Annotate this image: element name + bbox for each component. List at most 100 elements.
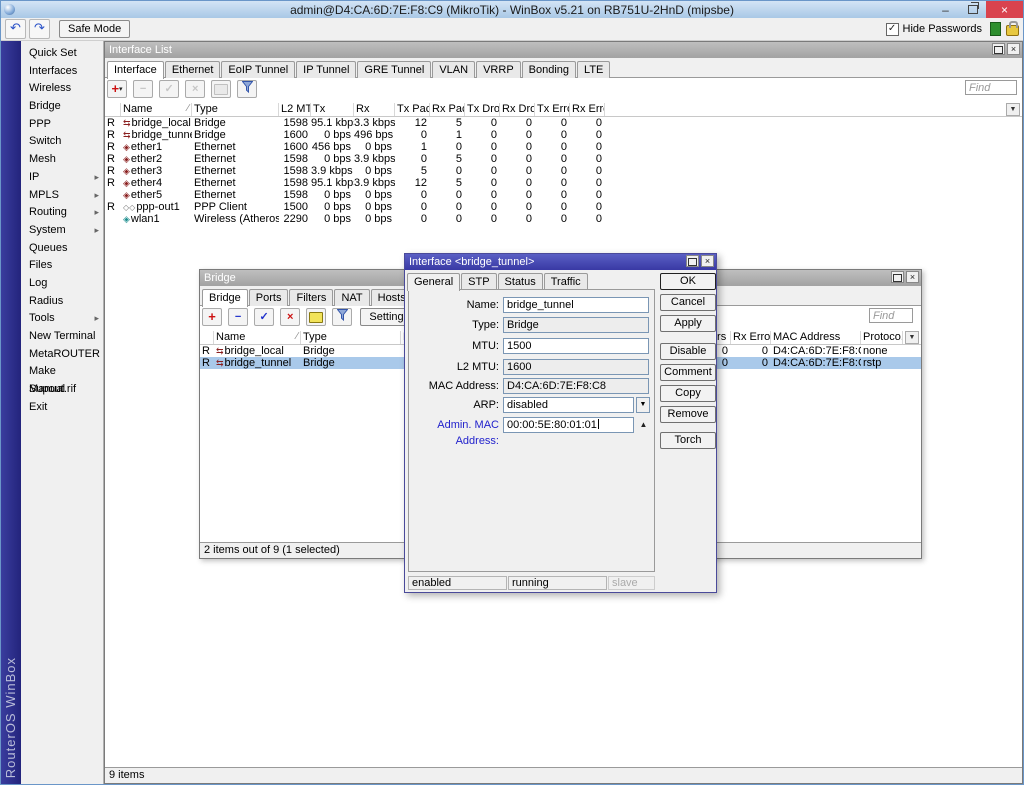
column-header-rx[interactable]: Rx bbox=[354, 103, 395, 116]
tab-interface[interactable]: Interface bbox=[107, 61, 164, 79]
tab-ip-tunnel[interactable]: IP Tunnel bbox=[296, 61, 356, 78]
copy-button[interactable]: Copy bbox=[660, 385, 716, 402]
table-row[interactable]: ◈wlan1Wireless (Atheros 11N)22900 bps0 b… bbox=[105, 213, 1022, 225]
column-header-rx-drops[interactable]: Rx Drops bbox=[500, 103, 535, 116]
column-header-tx-pac[interactable]: Tx Pac... bbox=[395, 103, 430, 116]
column-header-flag[interactable] bbox=[105, 103, 121, 116]
cancel-button[interactable]: Cancel bbox=[660, 294, 716, 311]
tab-bridge[interactable]: Bridge bbox=[202, 289, 248, 307]
column-select-button[interactable]: ▼ bbox=[1006, 103, 1020, 116]
maximize-button[interactable] bbox=[686, 255, 699, 267]
find-input[interactable] bbox=[869, 308, 913, 323]
column-header-tx-errors[interactable]: Tx Errors bbox=[535, 103, 570, 116]
sidebar-item-ip[interactable]: IP▸ bbox=[21, 169, 103, 187]
tab-lte[interactable]: LTE bbox=[577, 61, 610, 78]
add-button[interactable]: + bbox=[202, 308, 222, 326]
table-row[interactable]: R⇆bridge_localBridge159895.1 kbps3.3 kbp… bbox=[105, 117, 1022, 129]
column-header-rx-errors[interactable]: Rx Errors bbox=[731, 331, 771, 344]
sidebar-item-routing[interactable]: Routing▸ bbox=[21, 204, 103, 222]
table-row[interactable]: R◈ether4Ethernet159895.1 kbps3.9 kbps125… bbox=[105, 177, 1022, 189]
close-button[interactable]: × bbox=[906, 271, 919, 283]
comment-button[interactable] bbox=[211, 80, 231, 98]
find-input[interactable] bbox=[965, 80, 1017, 95]
sidebar-item-wireless[interactable]: Wireless bbox=[21, 80, 103, 98]
torch-button[interactable]: Torch bbox=[660, 432, 716, 449]
sidebar-item-system[interactable]: System▸ bbox=[21, 222, 103, 240]
name-input[interactable] bbox=[503, 297, 649, 313]
tab-traffic[interactable]: Traffic bbox=[544, 273, 588, 290]
sidebar-item-files[interactable]: Files bbox=[21, 257, 103, 275]
restore-button[interactable] bbox=[891, 271, 904, 283]
comment-button[interactable]: Comment bbox=[660, 364, 716, 381]
sidebar-item-bridge[interactable]: Bridge bbox=[21, 98, 103, 116]
sidebar-item-interfaces[interactable]: Interfaces bbox=[21, 63, 103, 81]
sidebar-item-log[interactable]: Log bbox=[21, 275, 103, 293]
tab-gre-tunnel[interactable]: GRE Tunnel bbox=[357, 61, 431, 78]
column-header-type[interactable]: Type bbox=[301, 331, 401, 344]
safe-mode-button[interactable]: Safe Mode bbox=[59, 20, 130, 38]
enable-button[interactable]: ✓ bbox=[254, 308, 274, 326]
sidebar-item-make-supout-rif[interactable]: Make Supout.rif bbox=[21, 363, 103, 381]
column-header-protoco[interactable]: Protoco... bbox=[861, 331, 903, 344]
tab-nat[interactable]: NAT bbox=[334, 289, 369, 306]
mtu-input[interactable] bbox=[503, 338, 649, 354]
table-row[interactable]: R◇◇ppp-out1PPP Client15000 bps0 bps00000… bbox=[105, 201, 1022, 213]
tab-ports[interactable]: Ports bbox=[249, 289, 289, 306]
disable-button[interactable]: × bbox=[185, 80, 205, 98]
filter-button[interactable] bbox=[332, 308, 352, 326]
arp-select[interactable] bbox=[503, 397, 634, 413]
sidebar-item-switch[interactable]: Switch bbox=[21, 133, 103, 151]
disable-button[interactable]: × bbox=[280, 308, 300, 326]
admin-mac-input[interactable]: 00:00:5E:80:01:01 bbox=[503, 417, 634, 433]
add-button[interactable]: +▾ bbox=[107, 80, 127, 98]
tab-eoip-tunnel[interactable]: EoIP Tunnel bbox=[221, 61, 295, 78]
table-row[interactable]: R⇆bridge_tunnelBridge16000 bps496 bps010… bbox=[105, 129, 1022, 141]
dialog-titlebar[interactable]: Interface <bridge_tunnel> × bbox=[405, 254, 716, 270]
column-header-flag[interactable] bbox=[200, 331, 214, 344]
remove-button[interactable]: Remove bbox=[660, 406, 716, 423]
comment-button[interactable] bbox=[306, 308, 326, 326]
remove-button[interactable]: − bbox=[228, 308, 248, 326]
table-row[interactable]: R◈ether1Ethernet1600456 bps0 bps100000 bbox=[105, 141, 1022, 153]
disable-button[interactable]: Disable bbox=[660, 343, 716, 360]
apply-button[interactable]: Apply bbox=[660, 315, 716, 332]
collapse-option-button[interactable]: ▲ bbox=[637, 417, 650, 433]
ok-button[interactable]: OK bbox=[660, 273, 716, 290]
close-button[interactable]: × bbox=[986, 1, 1023, 18]
column-header-rx-errors[interactable]: Rx Errors bbox=[570, 103, 605, 116]
table-row[interactable]: R◈ether3Ethernet15983.9 kbps0 bps500000 bbox=[105, 165, 1022, 177]
tab-general[interactable]: General bbox=[407, 273, 460, 291]
sidebar-item-exit[interactable]: Exit bbox=[21, 399, 103, 417]
tab-vlan[interactable]: VLAN bbox=[432, 61, 475, 78]
close-button[interactable]: × bbox=[1007, 43, 1020, 55]
minimize-button[interactable]: – bbox=[932, 1, 959, 18]
sidebar-item-mpls[interactable]: MPLS▸ bbox=[21, 187, 103, 205]
sidebar-item-queues[interactable]: Queues bbox=[21, 240, 103, 258]
sidebar-item-ppp[interactable]: PPP bbox=[21, 116, 103, 134]
column-header-l2-mtu[interactable]: L2 MTU bbox=[279, 103, 311, 116]
column-header-tx-drops[interactable]: Tx Drops bbox=[465, 103, 500, 116]
filter-button[interactable] bbox=[237, 80, 257, 98]
tab-status[interactable]: Status bbox=[498, 273, 543, 290]
undo-button[interactable]: ↶ bbox=[5, 19, 26, 39]
close-button[interactable]: × bbox=[701, 255, 714, 267]
sidebar-item-metarouter[interactable]: MetaROUTER bbox=[21, 346, 103, 364]
table-row[interactable]: ◈ether5Ethernet15980 bps0 bps000000 bbox=[105, 189, 1022, 201]
column-select-button[interactable]: ▼ bbox=[905, 331, 919, 344]
tab-filters[interactable]: Filters bbox=[289, 289, 333, 306]
column-header-rx-pac[interactable]: Rx Pac... bbox=[430, 103, 465, 116]
tab-bonding[interactable]: Bonding bbox=[522, 61, 576, 78]
hide-passwords-checkbox[interactable]: ✓ bbox=[886, 23, 899, 36]
tab-vrrp[interactable]: VRRP bbox=[476, 61, 521, 78]
arp-dropdown-button[interactable]: ▼ bbox=[636, 397, 650, 413]
table-row[interactable]: R◈ether2Ethernet15980 bps3.9 kbps050000 bbox=[105, 153, 1022, 165]
column-header-name[interactable]: Name∕ bbox=[121, 103, 192, 116]
remove-button[interactable]: − bbox=[133, 80, 153, 98]
enable-button[interactable]: ✓ bbox=[159, 80, 179, 98]
sidebar-item-tools[interactable]: Tools▸ bbox=[21, 310, 103, 328]
column-header-type[interactable]: Type bbox=[192, 103, 279, 116]
tab-stp[interactable]: STP bbox=[461, 273, 496, 290]
sidebar-item-radius[interactable]: Radius bbox=[21, 293, 103, 311]
sidebar-item-new-terminal[interactable]: New Terminal bbox=[21, 328, 103, 346]
column-header-tx[interactable]: Tx bbox=[311, 103, 354, 116]
